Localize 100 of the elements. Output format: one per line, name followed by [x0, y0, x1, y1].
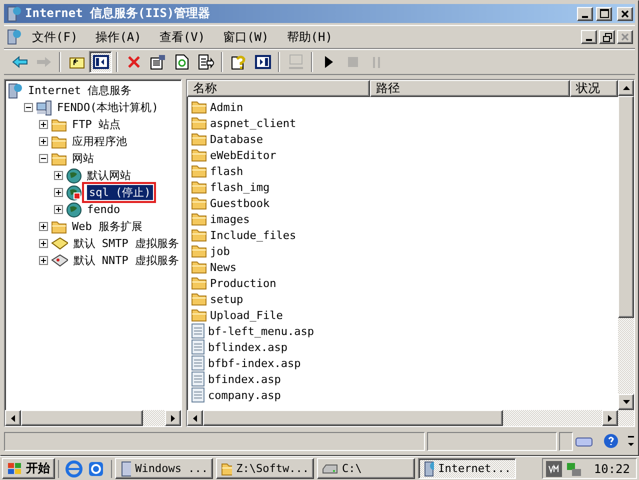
list-item[interactable]: bf-left_menu.asp — [208, 324, 314, 338]
list-item[interactable]: bfindex.asp — [208, 372, 281, 386]
list-item[interactable]: Guestbook — [210, 196, 270, 210]
list-item[interactable]: flash — [210, 164, 244, 178]
tree-item[interactable]: 默认 SMTP 虚拟服务 — [71, 236, 181, 251]
folder-icon — [51, 220, 67, 234]
list-item[interactable]: setup — [210, 292, 244, 306]
list-item[interactable]: Upload_File — [210, 308, 283, 322]
tree-item[interactable]: FENDO(本地计算机) — [55, 100, 160, 115]
expand-toggle[interactable] — [39, 239, 48, 248]
taskbar-button[interactable]: Z:\Softw... — [216, 458, 314, 479]
tree-item[interactable]: 应用程序池 — [70, 134, 129, 149]
help-icon — [230, 54, 246, 70]
network-icon[interactable] — [566, 460, 582, 476]
more-icon[interactable] — [627, 433, 635, 449]
tree-item[interactable]: 网站 — [70, 151, 96, 166]
document-icon — [191, 371, 205, 387]
taskbar-button[interactable]: Windows ... — [115, 458, 213, 479]
globe-icon — [66, 168, 82, 184]
refresh-icon — [174, 54, 188, 70]
properties-icon — [150, 54, 166, 70]
expand-toggle[interactable] — [54, 205, 63, 214]
menu-item[interactable]: 文件(F) — [24, 26, 86, 48]
right-arrow-icon — [171, 414, 175, 422]
start-button[interactable]: 开始 — [2, 458, 55, 479]
expand-toggle[interactable] — [39, 137, 48, 146]
panel-toggle-icon — [254, 55, 270, 69]
list-item[interactable]: Admin — [210, 100, 244, 114]
folder-icon — [191, 276, 207, 290]
restore-button[interactable] — [599, 30, 615, 44]
drive-icon — [322, 462, 338, 474]
collapse-toggle[interactable] — [39, 154, 48, 163]
folder-icon — [191, 132, 207, 146]
tree-item[interactable]: 默认网站 — [85, 168, 133, 183]
pause-icon — [372, 56, 380, 68]
list-item[interactable]: aspnet_client — [210, 116, 296, 130]
folder-icon — [191, 148, 207, 162]
plus-icon — [40, 223, 47, 230]
window-title: Internet 信息服务(IIS)管理器 — [25, 5, 212, 22]
menu-item[interactable]: 操作(A) — [88, 26, 150, 48]
folder-icon — [191, 260, 207, 274]
vertical-scrollbar[interactable] — [618, 80, 634, 410]
up-folder-icon — [68, 55, 84, 69]
menu-item[interactable]: 查看(V) — [151, 26, 214, 48]
list-item[interactable]: Include_files — [210, 228, 296, 242]
menu-item[interactable]: 窗口(W) — [215, 26, 277, 48]
browser-icon[interactable] — [65, 460, 83, 478]
list-item[interactable]: bflindex.asp — [208, 340, 288, 354]
plus-icon — [40, 240, 47, 247]
four-squares-icon — [7, 462, 23, 476]
folder-icon — [191, 196, 207, 210]
expand-toggle[interactable] — [39, 120, 48, 129]
toolbar-button[interactable] — [89, 51, 112, 73]
list-item[interactable]: bfbf-index.asp — [208, 356, 301, 370]
document-icon — [191, 355, 205, 371]
browser-icon[interactable] — [87, 460, 105, 478]
minimize-button[interactable] — [577, 6, 593, 20]
folder-icon — [191, 100, 207, 114]
column-header[interactable]: 路径 — [370, 80, 570, 97]
expand-toggle[interactable] — [54, 188, 63, 197]
play-icon — [324, 56, 334, 68]
expand-toggle[interactable] — [39, 256, 48, 265]
minimize-button[interactable] — [581, 30, 597, 44]
back-arrow-icon — [12, 56, 28, 68]
expand-toggle[interactable] — [54, 171, 63, 180]
taskbar-button[interactable]: C:\ — [317, 458, 415, 479]
plus-icon — [55, 172, 62, 179]
minus-icon — [25, 104, 32, 111]
tree-item[interactable]: fendo — [85, 203, 122, 216]
column-header[interactable]: 状况 — [570, 80, 618, 97]
list-item[interactable]: job — [210, 244, 230, 258]
tree-item[interactable]: sql (停止) — [87, 185, 153, 200]
list-item[interactable]: eWebEditor — [210, 148, 276, 162]
vm-icon[interactable] — [546, 460, 562, 476]
tree-item[interactable]: Web 服务扩展 — [70, 219, 144, 234]
status-panel — [559, 432, 573, 450]
close-button[interactable] — [617, 6, 633, 20]
list-item[interactable]: images — [210, 212, 250, 226]
tree-item[interactable]: Internet 信息服务 — [26, 83, 134, 98]
menu-item[interactable]: 帮助(H) — [278, 26, 340, 48]
expand-toggle[interactable] — [39, 222, 48, 231]
taskbar-button[interactable]: Internet... — [418, 458, 516, 479]
plus-icon — [55, 189, 62, 196]
minus-icon — [40, 155, 47, 162]
computer-icon — [288, 54, 304, 70]
list-item[interactable]: Production — [210, 276, 276, 290]
tree-item[interactable]: FTP 站点 — [70, 117, 122, 132]
collapse-toggle[interactable] — [24, 103, 33, 112]
list-item[interactable]: News — [210, 260, 236, 274]
maximize-button[interactable] — [596, 6, 612, 20]
list-item[interactable]: Database — [210, 132, 263, 146]
list-item[interactable]: flash_img — [210, 180, 270, 194]
horizontal-scrollbar[interactable] — [5, 410, 181, 426]
folder-icon — [191, 164, 207, 178]
stop-icon — [348, 57, 358, 67]
tree-item[interactable]: 默认 NNTP 虚拟服务 — [71, 253, 181, 268]
window-icon — [120, 460, 132, 476]
list-item[interactable]: company.asp — [208, 388, 281, 402]
column-header[interactable]: 名称 — [187, 80, 370, 97]
horizontal-scrollbar[interactable] — [187, 410, 634, 426]
